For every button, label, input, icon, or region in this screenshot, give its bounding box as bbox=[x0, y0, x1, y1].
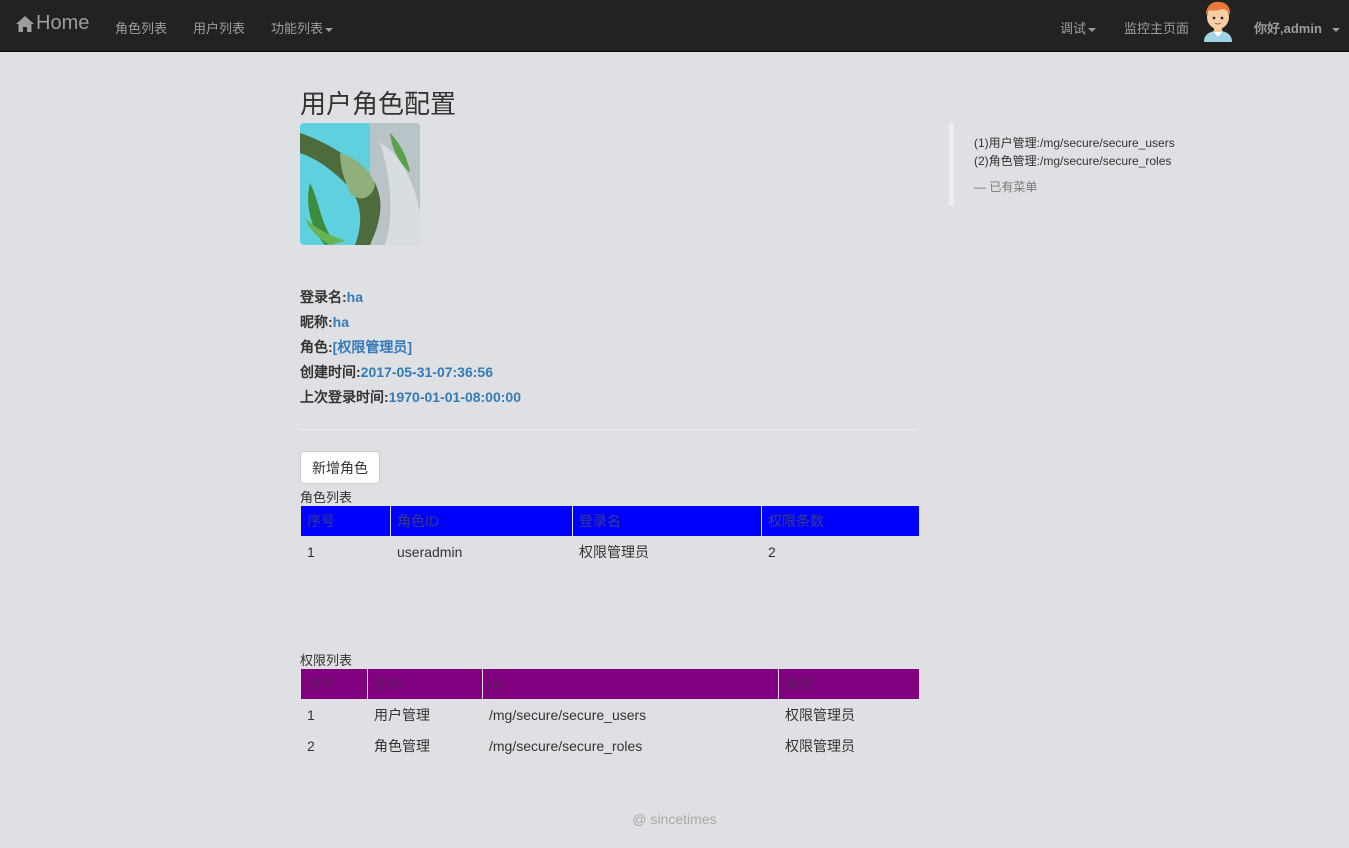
table-header-row: 序号 角色ID 登录名 权限条数 bbox=[300, 505, 920, 537]
table-row[interactable]: 2 角色管理 /mg/secure/secure_roles 权限管理员 bbox=[300, 730, 920, 762]
quote-line: (1)用户管理:/mg/secure/secure_users bbox=[974, 136, 1175, 150]
login-name-label: 登录名: bbox=[300, 289, 347, 305]
column-header: 权限条数 bbox=[761, 505, 920, 537]
table-cell: 1 bbox=[300, 536, 391, 568]
role-label: 角色: bbox=[300, 339, 333, 355]
table-cell: 用户管理 bbox=[367, 699, 483, 731]
table-cell: 权限管理员 bbox=[778, 730, 920, 762]
quote-footer: — 已有菜单 bbox=[974, 180, 1038, 194]
page-title: 用户角色配置 bbox=[300, 89, 457, 119]
column-header: 名称 bbox=[367, 668, 483, 700]
table-cell: 1 bbox=[300, 699, 368, 731]
role-row: 角色:[权限管理员] bbox=[300, 337, 412, 357]
home-icon bbox=[16, 15, 34, 32]
column-header: 序号 bbox=[300, 668, 368, 700]
last-login-label: 上次登录时间: bbox=[300, 389, 389, 405]
roles-table: 序号 角色ID 登录名 权限条数 1 useradmin 权限管理员 2 bbox=[300, 505, 920, 568]
table-row[interactable]: 1 用户管理 /mg/secure/secure_users 权限管理员 bbox=[300, 699, 920, 731]
nav-user-list[interactable]: 用户列表 bbox=[193, 18, 245, 37]
column-header: 角色ID bbox=[390, 505, 573, 537]
profile-image bbox=[300, 123, 420, 245]
column-header: 序号 bbox=[300, 505, 391, 537]
role-value: [权限管理员] bbox=[332, 339, 412, 355]
nav-role-list[interactable]: 角色列表 bbox=[115, 18, 167, 37]
nav-debug-dropdown[interactable]: 调试 bbox=[1060, 18, 1097, 37]
permissions-table-caption: 权限列表 bbox=[300, 653, 353, 668]
nav-role-list-label: 角色列表 bbox=[115, 21, 168, 36]
nav-debug-label: 调试 bbox=[1060, 21, 1087, 36]
table-header-row: 序号 名称 url 角色 bbox=[300, 668, 920, 700]
login-name-value: ha bbox=[346, 289, 364, 305]
column-header: url bbox=[482, 668, 779, 700]
nickname-value: ha bbox=[332, 314, 350, 330]
nickname-label: 昵称: bbox=[300, 314, 333, 330]
quote-line: (2)角色管理:/mg/secure/secure_roles bbox=[974, 154, 1172, 168]
roles-table-caption: 角色列表 bbox=[300, 490, 353, 505]
site-footer: @ sincetimes bbox=[632, 811, 717, 827]
home-link[interactable]: Home bbox=[15, 12, 89, 35]
caret-down-icon bbox=[325, 27, 334, 32]
table-cell: 2 bbox=[761, 536, 920, 568]
nav-monitor-home[interactable]: 监控主页面 bbox=[1124, 18, 1189, 37]
column-header: 登录名 bbox=[572, 505, 762, 537]
divider bbox=[300, 429, 918, 430]
table-cell: 角色管理 bbox=[367, 730, 483, 762]
nav-monitor-label: 监控主页面 bbox=[1124, 21, 1190, 36]
last-login-value: 1970-01-01-08:00:00 bbox=[388, 389, 521, 405]
user-avatar-icon[interactable] bbox=[1200, 0, 1236, 42]
created-time-label: 创建时间: bbox=[300, 364, 361, 380]
table-cell: useradmin bbox=[390, 536, 573, 568]
user-menu-dropdown[interactable]: 你好,admin bbox=[1254, 18, 1340, 37]
table-cell: 权限管理员 bbox=[572, 536, 762, 568]
table-cell: 2 bbox=[300, 730, 368, 762]
column-header: 角色 bbox=[778, 668, 920, 700]
created-time-row: 创建时间:2017-05-31-07:36:56 bbox=[300, 362, 493, 382]
caret-down-icon bbox=[1088, 27, 1097, 32]
nav-function-list-label: 功能列表 bbox=[271, 21, 324, 36]
brand-label: Home bbox=[36, 12, 90, 34]
nickname-row: 昵称:ha bbox=[300, 312, 349, 332]
last-login-row: 上次登录时间:1970-01-01-08:00:00 bbox=[300, 387, 521, 407]
navbar: Home 角色列表 用户列表 功能列表 调试 监控主页面 你好,admin bbox=[0, 0, 1349, 52]
table-cell: /mg/secure/secure_roles bbox=[482, 730, 779, 762]
nav-user-list-label: 用户列表 bbox=[193, 21, 246, 36]
nav-function-list-dropdown[interactable]: 功能列表 bbox=[271, 18, 334, 37]
table-cell: /mg/secure/secure_users bbox=[482, 699, 779, 731]
existing-menu-quote: (1)用户管理:/mg/secure/secure_users (2)角色管理:… bbox=[949, 123, 1209, 206]
table-cell: 权限管理员 bbox=[778, 699, 920, 731]
caret-down-icon bbox=[1331, 27, 1340, 32]
created-time-value: 2017-05-31-07:36:56 bbox=[360, 364, 493, 380]
login-name-row: 登录名:ha bbox=[300, 287, 363, 307]
user-greeting: 你好,admin bbox=[1254, 21, 1322, 36]
add-role-button[interactable]: 新增角色 bbox=[300, 451, 380, 484]
table-row[interactable]: 1 useradmin 权限管理员 2 bbox=[300, 536, 920, 568]
permissions-table: 序号 名称 url 角色 1 用户管理 /mg/secure/secure_us… bbox=[300, 668, 920, 762]
